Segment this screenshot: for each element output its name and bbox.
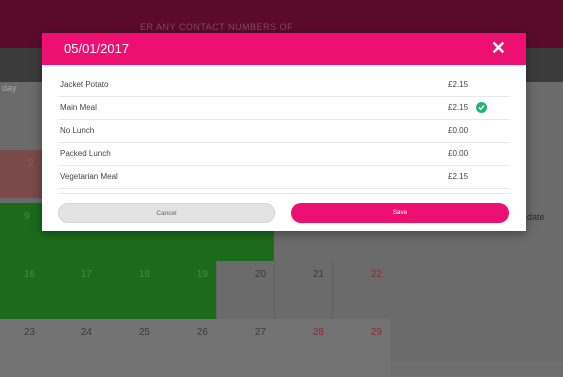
meal-price: £0.00 bbox=[448, 126, 469, 135]
meal-list: Jacket Potato £2.15 Main Meal £2.15 No L… bbox=[58, 74, 510, 189]
meal-option-no-lunch[interactable]: No Lunch £0.00 bbox=[58, 120, 510, 143]
meal-option-packed-lunch[interactable]: Packed Lunch £0.00 bbox=[58, 143, 510, 166]
background-side-cell bbox=[0, 150, 42, 198]
calendar-day-number: 27 bbox=[254, 327, 266, 338]
meal-price: £0.00 bbox=[448, 149, 469, 158]
calendar-day-cell[interactable]: 25 bbox=[100, 319, 158, 377]
calendar-day-cell[interactable]: 17 bbox=[42, 261, 100, 319]
meal-price: £2.15 bbox=[448, 172, 469, 181]
meal-option-jacket-potato[interactable]: Jacket Potato £2.15 bbox=[58, 74, 510, 97]
date-label: date bbox=[527, 212, 545, 222]
weekday-label: day bbox=[2, 83, 17, 93]
modal-title: 05/01/2017 bbox=[64, 41, 130, 56]
calendar-day-cell[interactable]: 18 bbox=[100, 261, 158, 319]
meal-name: No Lunch bbox=[60, 126, 95, 135]
meal-name: Jacket Potato bbox=[60, 80, 109, 89]
calendar-day-number: 22 bbox=[370, 269, 382, 280]
meal-selection-modal: 05/01/2017 ✕ Jacket Potato £2.15 Main Me… bbox=[42, 33, 526, 231]
calendar-day-number: 18 bbox=[138, 269, 150, 280]
calendar-day-cell[interactable]: 28 bbox=[274, 319, 332, 377]
calendar-day-cell[interactable]: 23 bbox=[0, 319, 42, 377]
background-side-number: 2 bbox=[28, 158, 34, 169]
calendar-day-number: 9 bbox=[24, 211, 30, 222]
calendar-day-cell[interactable]: 9 bbox=[0, 203, 42, 261]
calendar-day-cell[interactable]: 26 bbox=[158, 319, 216, 377]
calendar-day-number: 23 bbox=[24, 327, 36, 338]
calendar-day-cell[interactable]: 29 bbox=[332, 319, 390, 377]
meal-name: Main Meal bbox=[60, 103, 97, 112]
cancel-button[interactable]: Cancel bbox=[58, 203, 275, 223]
modal-header: 05/01/2017 ✕ bbox=[42, 33, 526, 65]
calendar-day-number: 29 bbox=[370, 327, 382, 338]
calendar-day-cell[interactable]: 16 bbox=[0, 261, 42, 319]
meal-option-main-meal[interactable]: Main Meal £2.15 bbox=[58, 97, 510, 120]
meal-option-vegetarian-meal[interactable]: Vegetarian Meal £2.15 bbox=[58, 166, 510, 189]
calendar-day-number: 28 bbox=[312, 327, 324, 338]
calendar-day-cell[interactable]: 27 bbox=[216, 319, 274, 377]
check-circle-icon bbox=[476, 102, 487, 113]
meal-price: £2.15 bbox=[448, 80, 469, 89]
save-button[interactable]: Save bbox=[291, 203, 509, 223]
calendar-day-number: 19 bbox=[196, 269, 208, 280]
calendar-day-number: 20 bbox=[254, 269, 266, 280]
calendar-day-number: 17 bbox=[80, 269, 92, 280]
calendar-day-cell[interactable]: 21 bbox=[274, 261, 332, 319]
close-icon[interactable]: ✕ bbox=[491, 39, 506, 57]
calendar-day-number: 25 bbox=[138, 327, 150, 338]
background-header-text: ER ANY CONTACT NUMBERS OF bbox=[140, 22, 294, 32]
calendar-day-cell[interactable]: 24 bbox=[42, 319, 100, 377]
meal-name: Vegetarian Meal bbox=[60, 172, 118, 181]
modal-divider bbox=[58, 193, 510, 194]
meal-name: Packed Lunch bbox=[60, 149, 111, 158]
calendar-day-cell[interactable]: 20 bbox=[216, 261, 274, 319]
calendar-day-number: 24 bbox=[80, 327, 92, 338]
calendar-day-cell[interactable]: 22 bbox=[332, 261, 390, 319]
calendar-day-number: 16 bbox=[24, 269, 36, 280]
calendar-day-number: 21 bbox=[312, 269, 324, 280]
calendar-day-number: 26 bbox=[196, 327, 208, 338]
meal-price: £2.15 bbox=[448, 103, 469, 112]
calendar-day-cell[interactable]: 19 bbox=[158, 261, 216, 319]
